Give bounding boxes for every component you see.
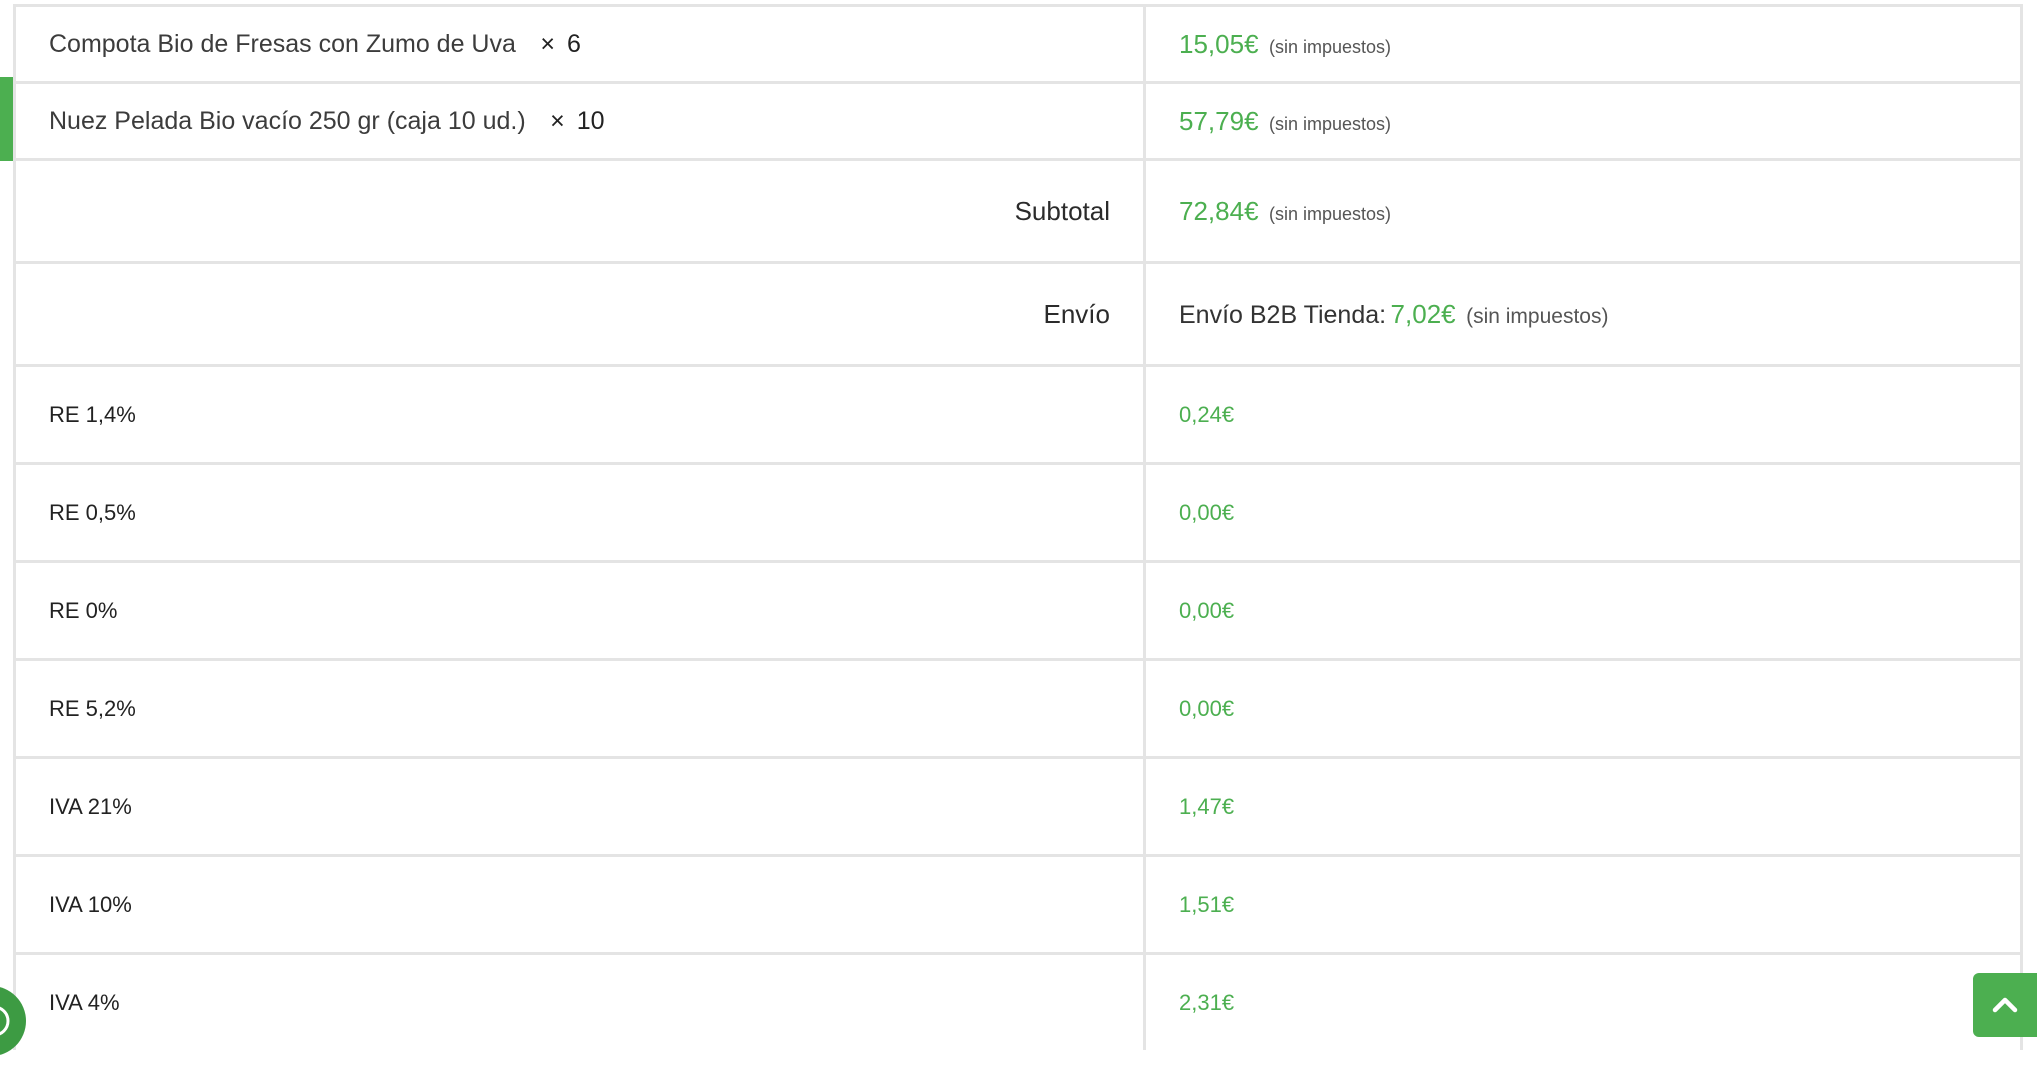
product-total-cell: 57,79€ (sin impuestos) <box>1143 81 2023 161</box>
tax-row: RE 1,4% 0,24€ <box>13 364 2023 465</box>
tax-note: (sin impuestos) <box>1466 304 1609 328</box>
shipping-price: 7,02€ <box>1390 298 1456 329</box>
tax-row: RE 0,5% 0,00€ <box>13 462 2023 563</box>
scroll-to-top-button[interactable] <box>1973 973 2037 1037</box>
shipping-method: Envío B2B Tienda: <box>1179 300 1387 329</box>
tax-label: RE 1,4% <box>13 364 1146 465</box>
product-total-cell: 15,05€ (sin impuestos) <box>1143 4 2023 84</box>
tax-value: 1,47€ <box>1143 756 2023 857</box>
tax-label: RE 0% <box>13 560 1146 661</box>
order-review-page: Compota Bio de Fresas con Zumo de Uva × 6… <box>0 0 2037 1080</box>
tax-value: 2,31€ <box>1143 952 2023 1050</box>
tax-note: (sin impuestos) <box>1268 203 1392 224</box>
product-quantity: × 10 <box>550 106 605 135</box>
tax-label: RE 5,2% <box>13 658 1146 759</box>
chevron-up-icon <box>1992 997 2018 1013</box>
order-item-row: Nuez Pelada Bio vacío 250 gr (caja 10 ud… <box>13 81 2023 161</box>
product-price: 57,79€ <box>1179 105 1259 136</box>
subtotal-row: Subtotal 72,84€ (sin impuestos) <box>13 158 2023 264</box>
shipping-row: Envío Envío B2B Tienda: 7,02€ (sin impue… <box>13 261 2023 367</box>
tax-label: IVA 21% <box>13 756 1146 857</box>
shipping-value-cell: Envío B2B Tienda: 7,02€ (sin impuestos) <box>1143 261 2023 367</box>
order-summary-table: Compota Bio de Fresas con Zumo de Uva × 6… <box>13 4 2023 1050</box>
tax-row: RE 0% 0,00€ <box>13 560 2023 661</box>
product-cell: Compota Bio de Fresas con Zumo de Uva × 6 <box>13 4 1146 84</box>
tax-row: IVA 21% 1,47€ <box>13 756 2023 857</box>
chat-icon <box>0 1006 10 1036</box>
tax-row: IVA 4% 2,31€ <box>13 952 2023 1050</box>
tax-value: 0,00€ <box>1143 658 2023 759</box>
tax-value: 0,00€ <box>1143 462 2023 563</box>
tax-value: 1,51€ <box>1143 854 2023 955</box>
product-price: 15,05€ <box>1179 28 1259 59</box>
tax-value: 0,24€ <box>1143 364 2023 465</box>
product-name: Compota Bio de Fresas con Zumo de Uva <box>49 29 516 58</box>
tax-label: RE 0,5% <box>13 462 1146 563</box>
accent-strip <box>0 77 14 161</box>
tax-row: RE 5,2% 0,00€ <box>13 658 2023 759</box>
product-name: Nuez Pelada Bio vacío 250 gr (caja 10 ud… <box>49 106 526 135</box>
tax-note: (sin impuestos) <box>1268 113 1392 134</box>
tax-value: 0,00€ <box>1143 560 2023 661</box>
order-item-row: Compota Bio de Fresas con Zumo de Uva × 6… <box>13 4 2023 84</box>
tax-label: IVA 4% <box>13 952 1146 1050</box>
shipping-label: Envío <box>13 261 1146 367</box>
subtotal-value: 72,84€ <box>1179 195 1259 226</box>
subtotal-value-cell: 72,84€ (sin impuestos) <box>1143 158 2023 264</box>
product-quantity: × 6 <box>540 29 581 58</box>
tax-label: IVA 10% <box>13 854 1146 955</box>
tax-note: (sin impuestos) <box>1268 36 1392 57</box>
tax-row: IVA 10% 1,51€ <box>13 854 2023 955</box>
subtotal-label: Subtotal <box>13 158 1146 264</box>
product-cell: Nuez Pelada Bio vacío 250 gr (caja 10 ud… <box>13 81 1146 161</box>
